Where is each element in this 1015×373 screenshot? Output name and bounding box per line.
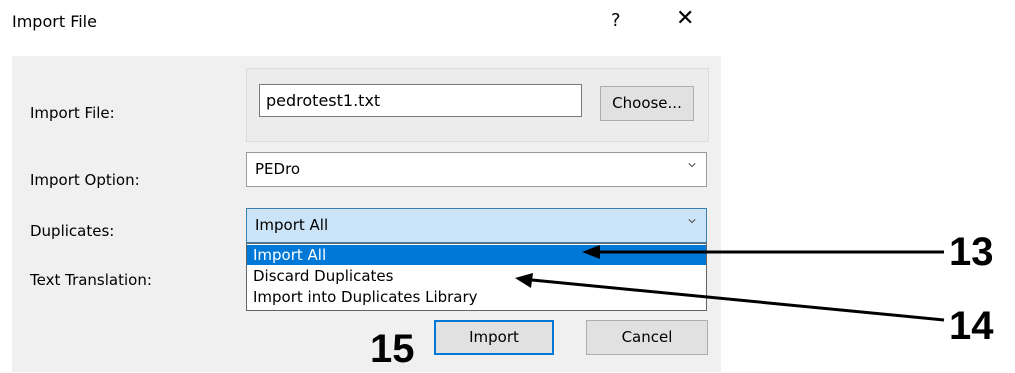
callout-15: 15 <box>370 327 415 371</box>
choose-button[interactable]: Choose... <box>600 86 694 121</box>
text-translation-label: Text Translation: <box>30 271 152 289</box>
duplicates-select[interactable]: Import All <box>246 208 707 243</box>
import-file-label: Import File: <box>30 104 115 122</box>
import-option-value: PEDro <box>255 160 301 178</box>
duplicates-option-library[interactable]: Import into Duplicates Library <box>247 287 706 307</box>
dialog-title: Import File <box>12 12 97 31</box>
callout-14: 14 <box>949 304 994 348</box>
duplicates-label: Duplicates: <box>30 222 115 240</box>
close-icon[interactable]: ✕ <box>676 8 694 30</box>
duplicates-value: Import All <box>255 216 329 234</box>
callout-13: 13 <box>949 230 994 274</box>
chevron-down-icon <box>688 163 696 168</box>
duplicates-dropdown-list: Import All Discard Duplicates Import int… <box>246 243 707 311</box>
duplicates-option-import-all[interactable]: Import All <box>247 245 706 265</box>
import-button[interactable]: Import <box>434 320 554 355</box>
help-button[interactable]: ? <box>611 10 621 31</box>
import-option-label: Import Option: <box>30 171 140 189</box>
duplicates-option-discard[interactable]: Discard Duplicates <box>247 266 706 286</box>
import-file-field[interactable]: pedrotest1.txt <box>259 84 582 117</box>
cancel-button[interactable]: Cancel <box>586 320 708 355</box>
import-option-select[interactable]: PEDro <box>246 152 707 187</box>
chevron-down-icon <box>688 219 696 224</box>
